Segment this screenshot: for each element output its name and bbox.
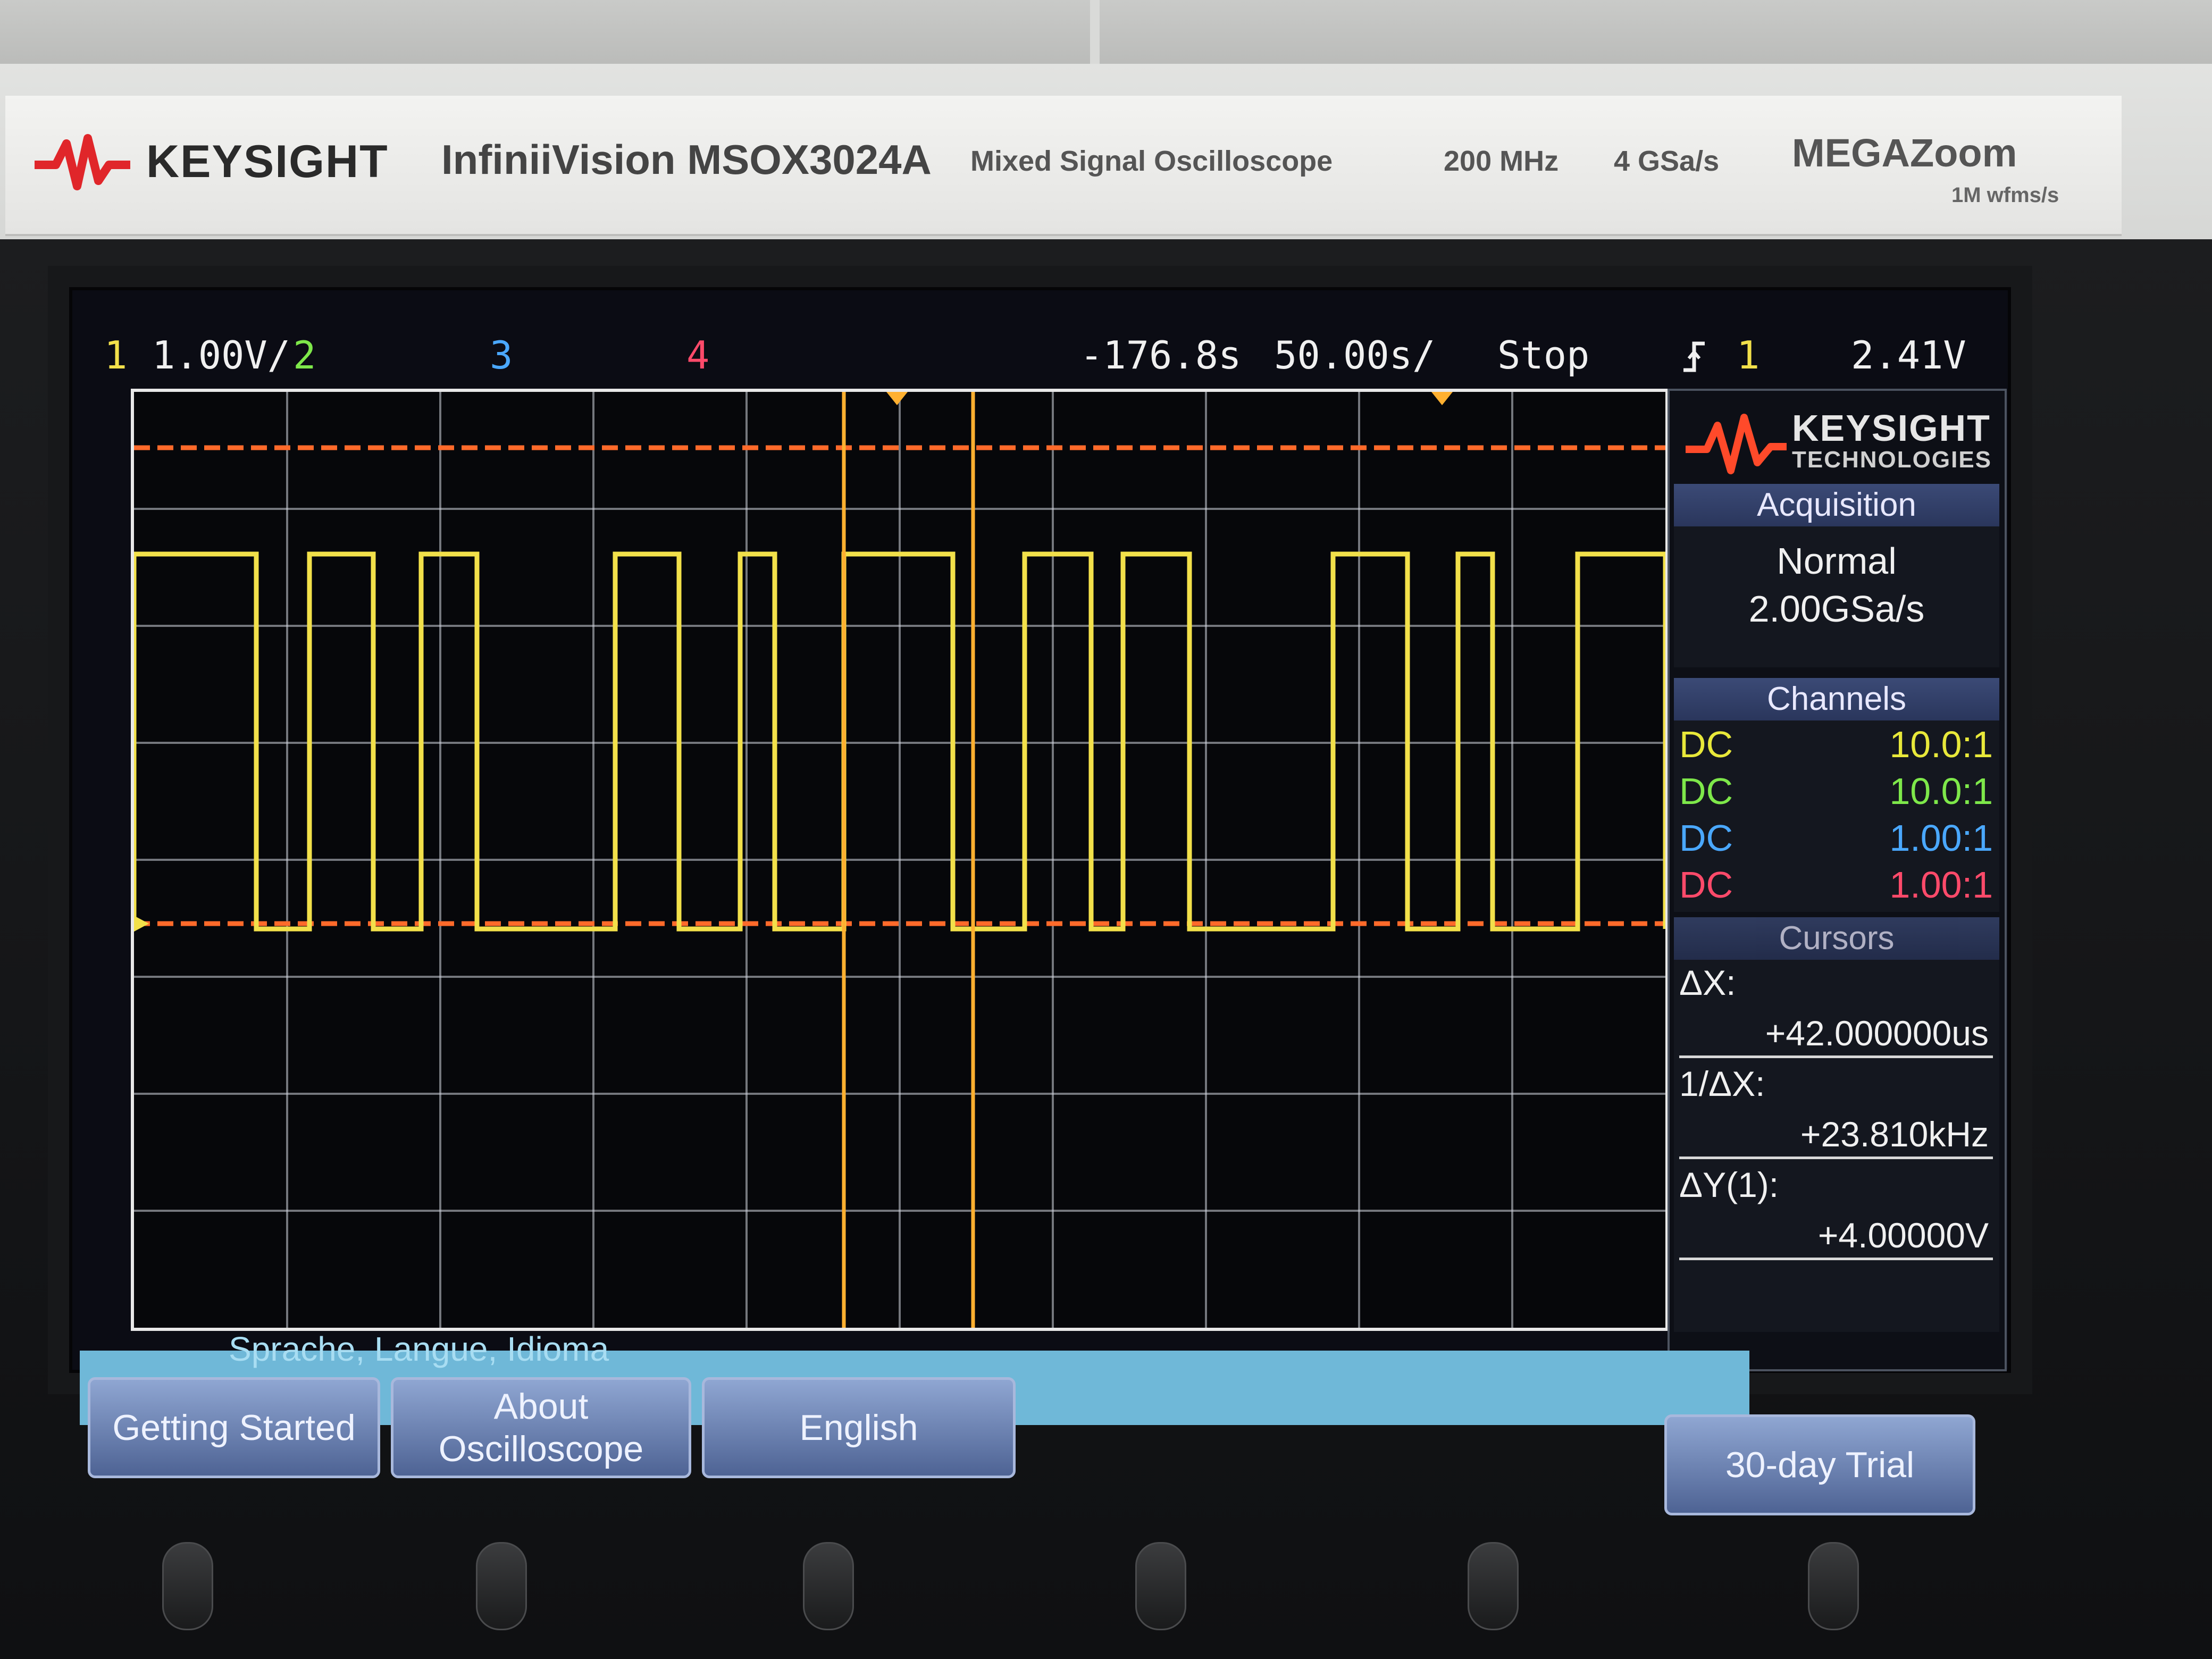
trigger-marker-icon	[886, 392, 908, 405]
time-delay[interactable]: -176.8s	[1080, 333, 1241, 378]
ch3-number[interactable]: 3	[490, 333, 513, 378]
wall-seam	[1090, 0, 1100, 69]
trigger-level[interactable]: 2.41V	[1851, 333, 1966, 378]
trigger-edge-icon	[1683, 341, 1705, 372]
keysight-wave-icon	[35, 134, 130, 190]
model-name: InfiniiVision MSOX3024A	[441, 136, 932, 183]
acquisition-body: Normal 2.00GSa/s	[1674, 526, 1999, 667]
cursor-dx-value: +42.000000us	[1765, 1013, 1989, 1053]
softkey-button[interactable]	[162, 1542, 213, 1630]
getting-started-softkey[interactable]: Getting Started	[88, 1377, 380, 1478]
softkey-button[interactable]	[1468, 1542, 1519, 1630]
cursor-dy-value: +4.00000V	[1817, 1216, 1989, 1255]
timebase[interactable]: 50.00s/	[1274, 333, 1435, 378]
cursor-dy-label: ΔY(1):	[1679, 1165, 1779, 1204]
channel-row[interactable]: DC 10.0:1	[1679, 723, 1998, 770]
channels-body: DC 10.0:1 DC 10.0:1 DC 1.00:1 DC 1.00:1	[1674, 720, 1999, 912]
channel-probe: 10.0:1	[1889, 770, 1993, 812]
ch1-scale[interactable]: 1.00V/	[152, 333, 290, 378]
panel-logo-name: KEYSIGHT	[1792, 407, 1991, 449]
channel-probe: 1.00:1	[1889, 817, 1993, 859]
cursor-divider	[1679, 1258, 1993, 1260]
channel-row[interactable]: DC 1.00:1	[1679, 864, 1998, 910]
waveform-display	[131, 389, 1669, 1331]
cursor-dx-label: ΔX:	[1679, 963, 1736, 1002]
cursor-divider	[1679, 1157, 1993, 1159]
channel-coupling: DC	[1679, 770, 1733, 812]
ch4-number[interactable]: 4	[686, 333, 709, 378]
waveform-svg	[134, 392, 1665, 1328]
channel-coupling: DC	[1679, 864, 1733, 906]
channel-coupling: DC	[1679, 817, 1733, 859]
status-bar: 1 1.00V/ 2 3 4 -176.8s 50.00s/ Stop 1 2.…	[72, 312, 2008, 378]
acquisition-rate: 2.00GSa/s	[1748, 588, 1925, 630]
channel-probe: 1.00:1	[1889, 864, 1993, 906]
channel-row[interactable]: DC 1.00:1	[1679, 817, 1998, 864]
panel-logo-sub: TECHNOLOGIES	[1792, 447, 1992, 473]
cursors-header[interactable]: Cursors	[1674, 917, 1999, 960]
softkey-button[interactable]	[476, 1542, 527, 1630]
run-state[interactable]: Stop	[1497, 333, 1589, 378]
trial-softkey[interactable]: 30-day Trial	[1664, 1414, 1975, 1515]
about-oscilloscope-softkey[interactable]: About Oscilloscope	[391, 1377, 691, 1478]
cursors-body: ΔX: +42.000000us 1/ΔX: +23.810kHz ΔY(1):…	[1674, 960, 1999, 1332]
softkey-button[interactable]	[1808, 1542, 1859, 1630]
cursor-inv-dx-label: 1/ΔX:	[1679, 1064, 1765, 1103]
acquisition-header[interactable]: Acquisition	[1674, 484, 1999, 526]
info-side-panel: KEYSIGHT TECHNOLOGIES Acquisition Normal…	[1668, 389, 2007, 1371]
sample-rate-spec: 4 GSa/s	[1614, 145, 1720, 177]
cursor-divider	[1679, 1055, 1993, 1058]
channels-header[interactable]: Channels	[1674, 678, 1999, 720]
megazoom-spec: 1M wfms/s	[1951, 183, 2059, 207]
channel-coupling: DC	[1679, 724, 1733, 765]
channel-probe: 10.0:1	[1889, 724, 1993, 765]
megazoom-logo: MEGAZoom	[1792, 131, 2017, 175]
acquisition-mode: Normal	[1777, 540, 1897, 582]
language-softkey[interactable]: English	[702, 1377, 1016, 1478]
brand-name: KEYSIGHT	[146, 136, 389, 187]
ground-marker-icon	[134, 916, 149, 932]
language-menu-label: Sprache, Langue, Idioma	[229, 1330, 609, 1368]
bandwidth-spec: 200 MHz	[1444, 145, 1559, 177]
model-description: Mixed Signal Oscilloscope	[970, 145, 1333, 177]
cursor-inv-dx-value: +23.810kHz	[1800, 1115, 1989, 1154]
softkey-button[interactable]	[803, 1542, 854, 1630]
channel-row[interactable]: DC 10.0:1	[1679, 770, 1998, 817]
trigger-source[interactable]: 1	[1737, 333, 1759, 378]
softkey-button[interactable]	[1135, 1542, 1186, 1630]
ch2-number[interactable]: 2	[293, 333, 316, 378]
ch1-number[interactable]: 1	[104, 333, 127, 378]
oscilloscope-screen: 1 1.00V/ 2 3 4 -176.8s 50.00s/ Stop 1 2.…	[69, 287, 2011, 1373]
trigger-marker-icon	[1431, 392, 1453, 405]
